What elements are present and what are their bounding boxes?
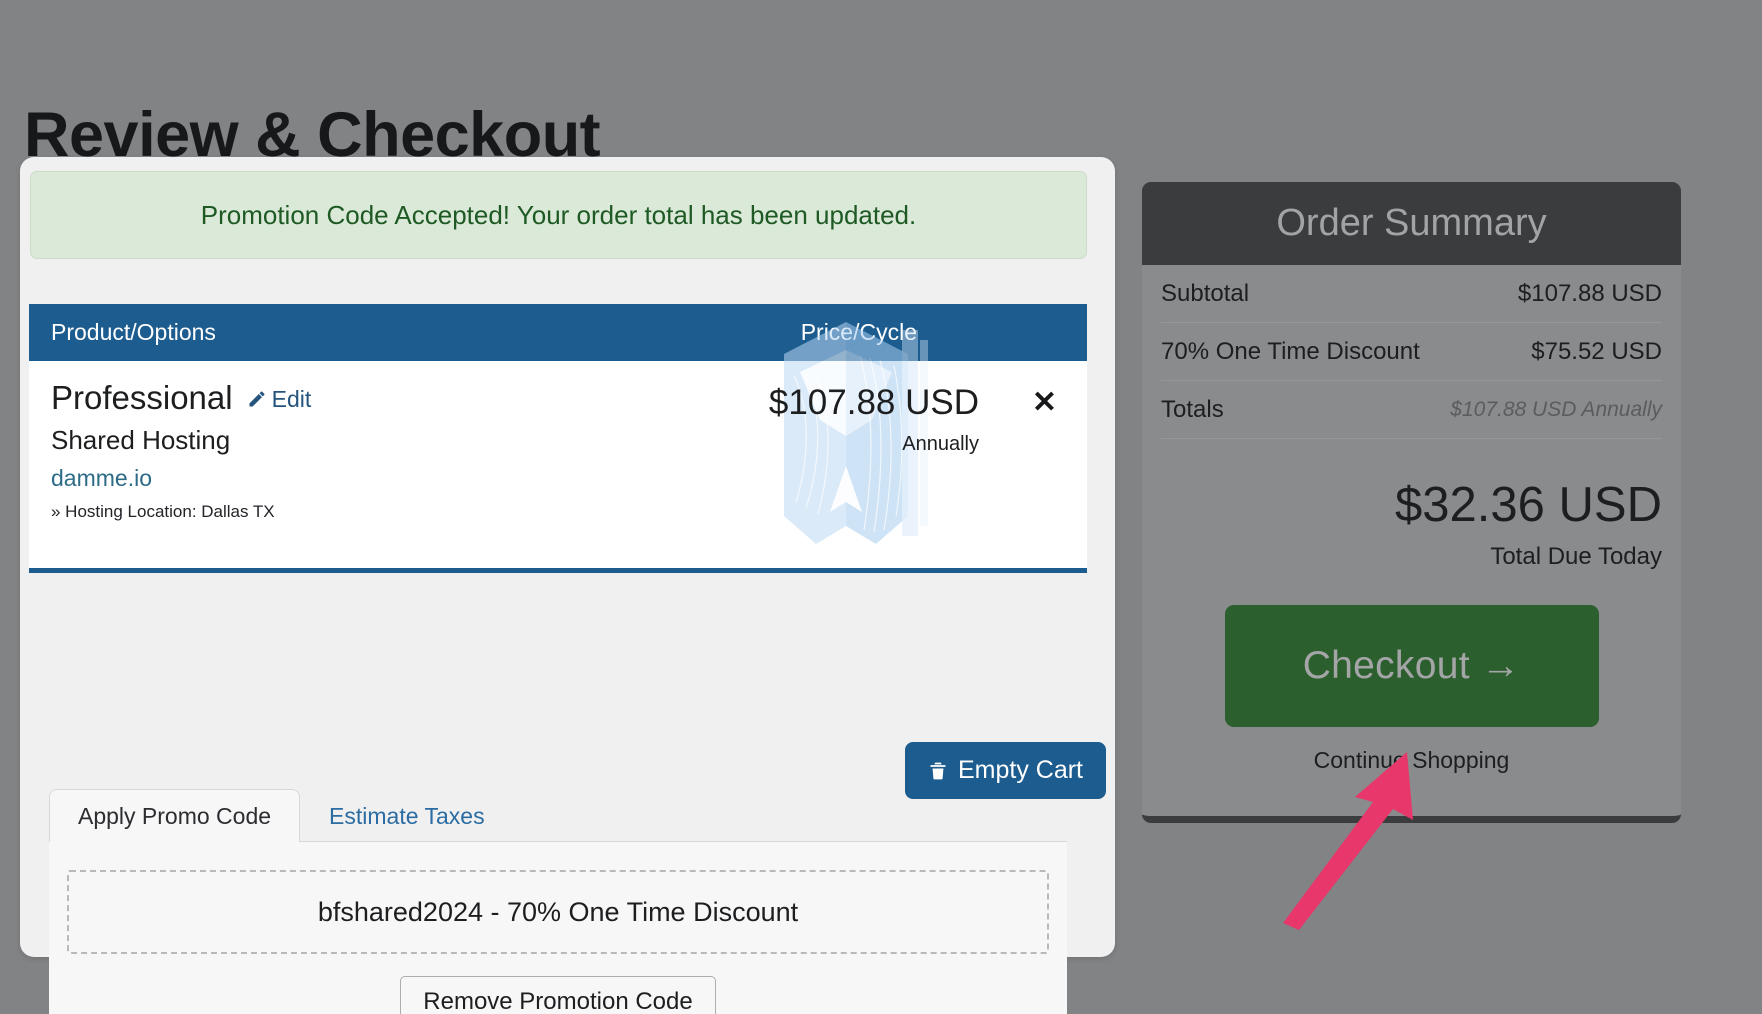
summary-label-totals: Totals [1161,395,1224,423]
edit-product-label: Edit [271,385,312,412]
product-name: Professional [51,379,233,416]
alert-message: Promotion Code Accepted! Your order tota… [200,199,917,230]
tab-estimate-taxes[interactable]: Estimate Taxes [300,789,514,841]
product-price: $107.88 USD [768,383,979,422]
empty-cart-label: Empty Cart [957,756,1083,784]
summary-value-totals: $107.88 USD Annually [1450,397,1662,421]
order-summary-title: Order Summary [1276,202,1547,244]
remove-promotion-code-button[interactable]: Remove Promotion Code [400,976,716,1014]
checkout-button[interactable]: Checkout → [1224,605,1599,727]
summary-value-subtotal: $107.88 USD [1517,279,1662,307]
product-billing-cycle: Annually [902,433,979,455]
order-table-header: Product/Options Price/Cycle [29,304,1087,361]
cart-card: Promotion Code Accepted! Your order tota… [20,157,1115,1014]
trash-icon [930,762,946,779]
order-summary-header: Order Summary [1142,182,1681,265]
product-config-option: » Hosting Location: Dallas TX [51,502,275,521]
column-header-product: Product/Options [51,319,216,345]
applied-promo-code: bfshared2024 - 70% One Time Discount [317,896,799,927]
page-root: Review & Checkout Promotion Code Accepte… [0,0,1762,1014]
summary-row-subtotal: Subtotal $107.88 USD [1161,265,1662,323]
order-summary-body: Subtotal $107.88 USD 70% One Time Discou… [1142,265,1681,816]
summary-label-subtotal: Subtotal [1161,279,1250,307]
column-header-price: Price/Cycle [800,319,917,345]
summary-row-totals: Totals $107.88 USD Annually [1161,381,1662,439]
promo-accepted-alert: Promotion Code Accepted! Your order tota… [30,171,1087,259]
summary-row-discount: 70% One Time Discount $75.52 USD [1161,323,1662,381]
product-price-block: $107.88 USD Annually [769,383,979,456]
total-due-today-amount: $32.36 USD [1395,478,1662,532]
remove-item-button[interactable]: ✕ [1032,388,1057,418]
summary-label-discount: 70% One Time Discount [1161,337,1420,365]
applied-promo-box: bfshared2024 - 70% One Time Discount [67,870,1049,954]
promo-tab-panel: bfshared2024 - 70% One Time Discount Rem… [49,842,1067,1014]
edit-product-link[interactable]: Edit [247,385,312,413]
empty-cart-button[interactable]: Empty Cart [904,742,1106,799]
tab-apply-promo-code[interactable]: Apply Promo Code [49,788,301,842]
order-table-row: Professional Edit Shared Hosting damme.i… [29,322,1087,573]
promo-tabs-section: Apply Promo Code Estimate Taxes bfshared… [49,788,1067,1014]
summary-value-discount: $75.52 USD [1531,337,1662,365]
continue-shopping-link[interactable]: Continue Shopping [1161,747,1662,774]
product-domain-link[interactable]: damme.io [51,465,1065,492]
order-table: Product/Options Price/Cycle Professional… [29,304,1087,573]
order-summary-panel: Order Summary Subtotal $107.88 USD 70% O… [1142,182,1681,823]
total-due-today-label: Total Due Today [1490,543,1662,570]
pencil-icon [249,391,265,407]
